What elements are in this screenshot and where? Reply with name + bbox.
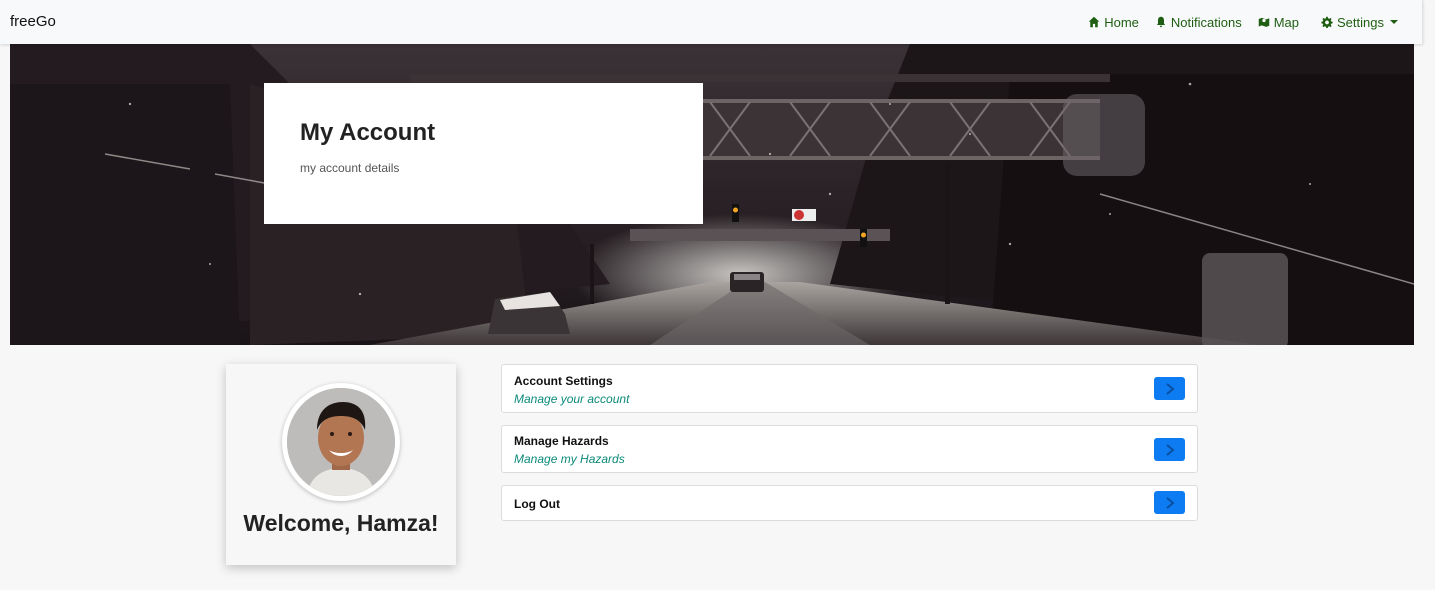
bell-icon — [1156, 16, 1166, 28]
account-settings-button[interactable] — [1154, 377, 1185, 400]
nav-home-link[interactable]: Home — [1088, 15, 1139, 30]
navbar: freeGo Home Notifications Map Settings — [0, 0, 1423, 44]
manage-hazards-title: Manage Hazards — [514, 434, 609, 448]
hero-card: My Account my account details — [264, 83, 703, 224]
gear-icon — [1321, 16, 1333, 28]
page: freeGo Home Notifications Map Settings M… — [0, 0, 1435, 590]
hero-banner: My Account my account details — [10, 44, 1414, 345]
nav-home-label: Home — [1104, 14, 1139, 30]
map-icon — [1258, 17, 1269, 27]
chevron-right-icon — [1165, 382, 1175, 395]
account-settings-item[interactable]: Account Settings Manage your account — [501, 364, 1198, 413]
profile-card: Welcome, Hamza! — [226, 364, 456, 565]
nav-map-label: Map — [1273, 14, 1300, 30]
account-settings-title: Account Settings — [514, 374, 613, 388]
avatar-ring — [282, 383, 400, 501]
welcome-heading: Welcome, Hamza! — [243, 510, 439, 536]
log-out-title: Log Out — [514, 497, 560, 511]
brand-link[interactable]: freeGo — [10, 13, 56, 30]
manage-hazards-button[interactable] — [1154, 438, 1185, 461]
nav-settings-dropdown[interactable]: Settings — [1321, 15, 1398, 30]
chevron-right-icon — [1165, 443, 1175, 456]
nav-links: Home Notifications Map Settings — [1072, 0, 1398, 44]
log-out-button[interactable] — [1154, 491, 1185, 514]
avatar — [287, 388, 395, 496]
nav-notifications-label: Notifications — [1170, 14, 1242, 30]
caret-down-icon — [1390, 20, 1398, 24]
home-icon — [1088, 16, 1100, 28]
nav-map-link[interactable]: Map — [1258, 15, 1299, 30]
nav-notifications-link[interactable]: Notifications — [1155, 15, 1242, 30]
manage-hazards-description: Manage my Hazards — [514, 452, 625, 466]
account-settings-description: Manage your account — [514, 392, 630, 406]
avatar-image — [287, 388, 395, 496]
manage-hazards-item[interactable]: Manage Hazards Manage my Hazards — [501, 425, 1198, 473]
page-subtitle: my account details — [300, 161, 400, 175]
nav-settings-label: Settings — [1337, 14, 1384, 30]
log-out-item[interactable]: Log Out — [501, 485, 1198, 521]
chevron-right-icon — [1165, 496, 1175, 509]
page-title: My Account — [300, 119, 436, 146]
hero-background-image — [10, 44, 1414, 345]
